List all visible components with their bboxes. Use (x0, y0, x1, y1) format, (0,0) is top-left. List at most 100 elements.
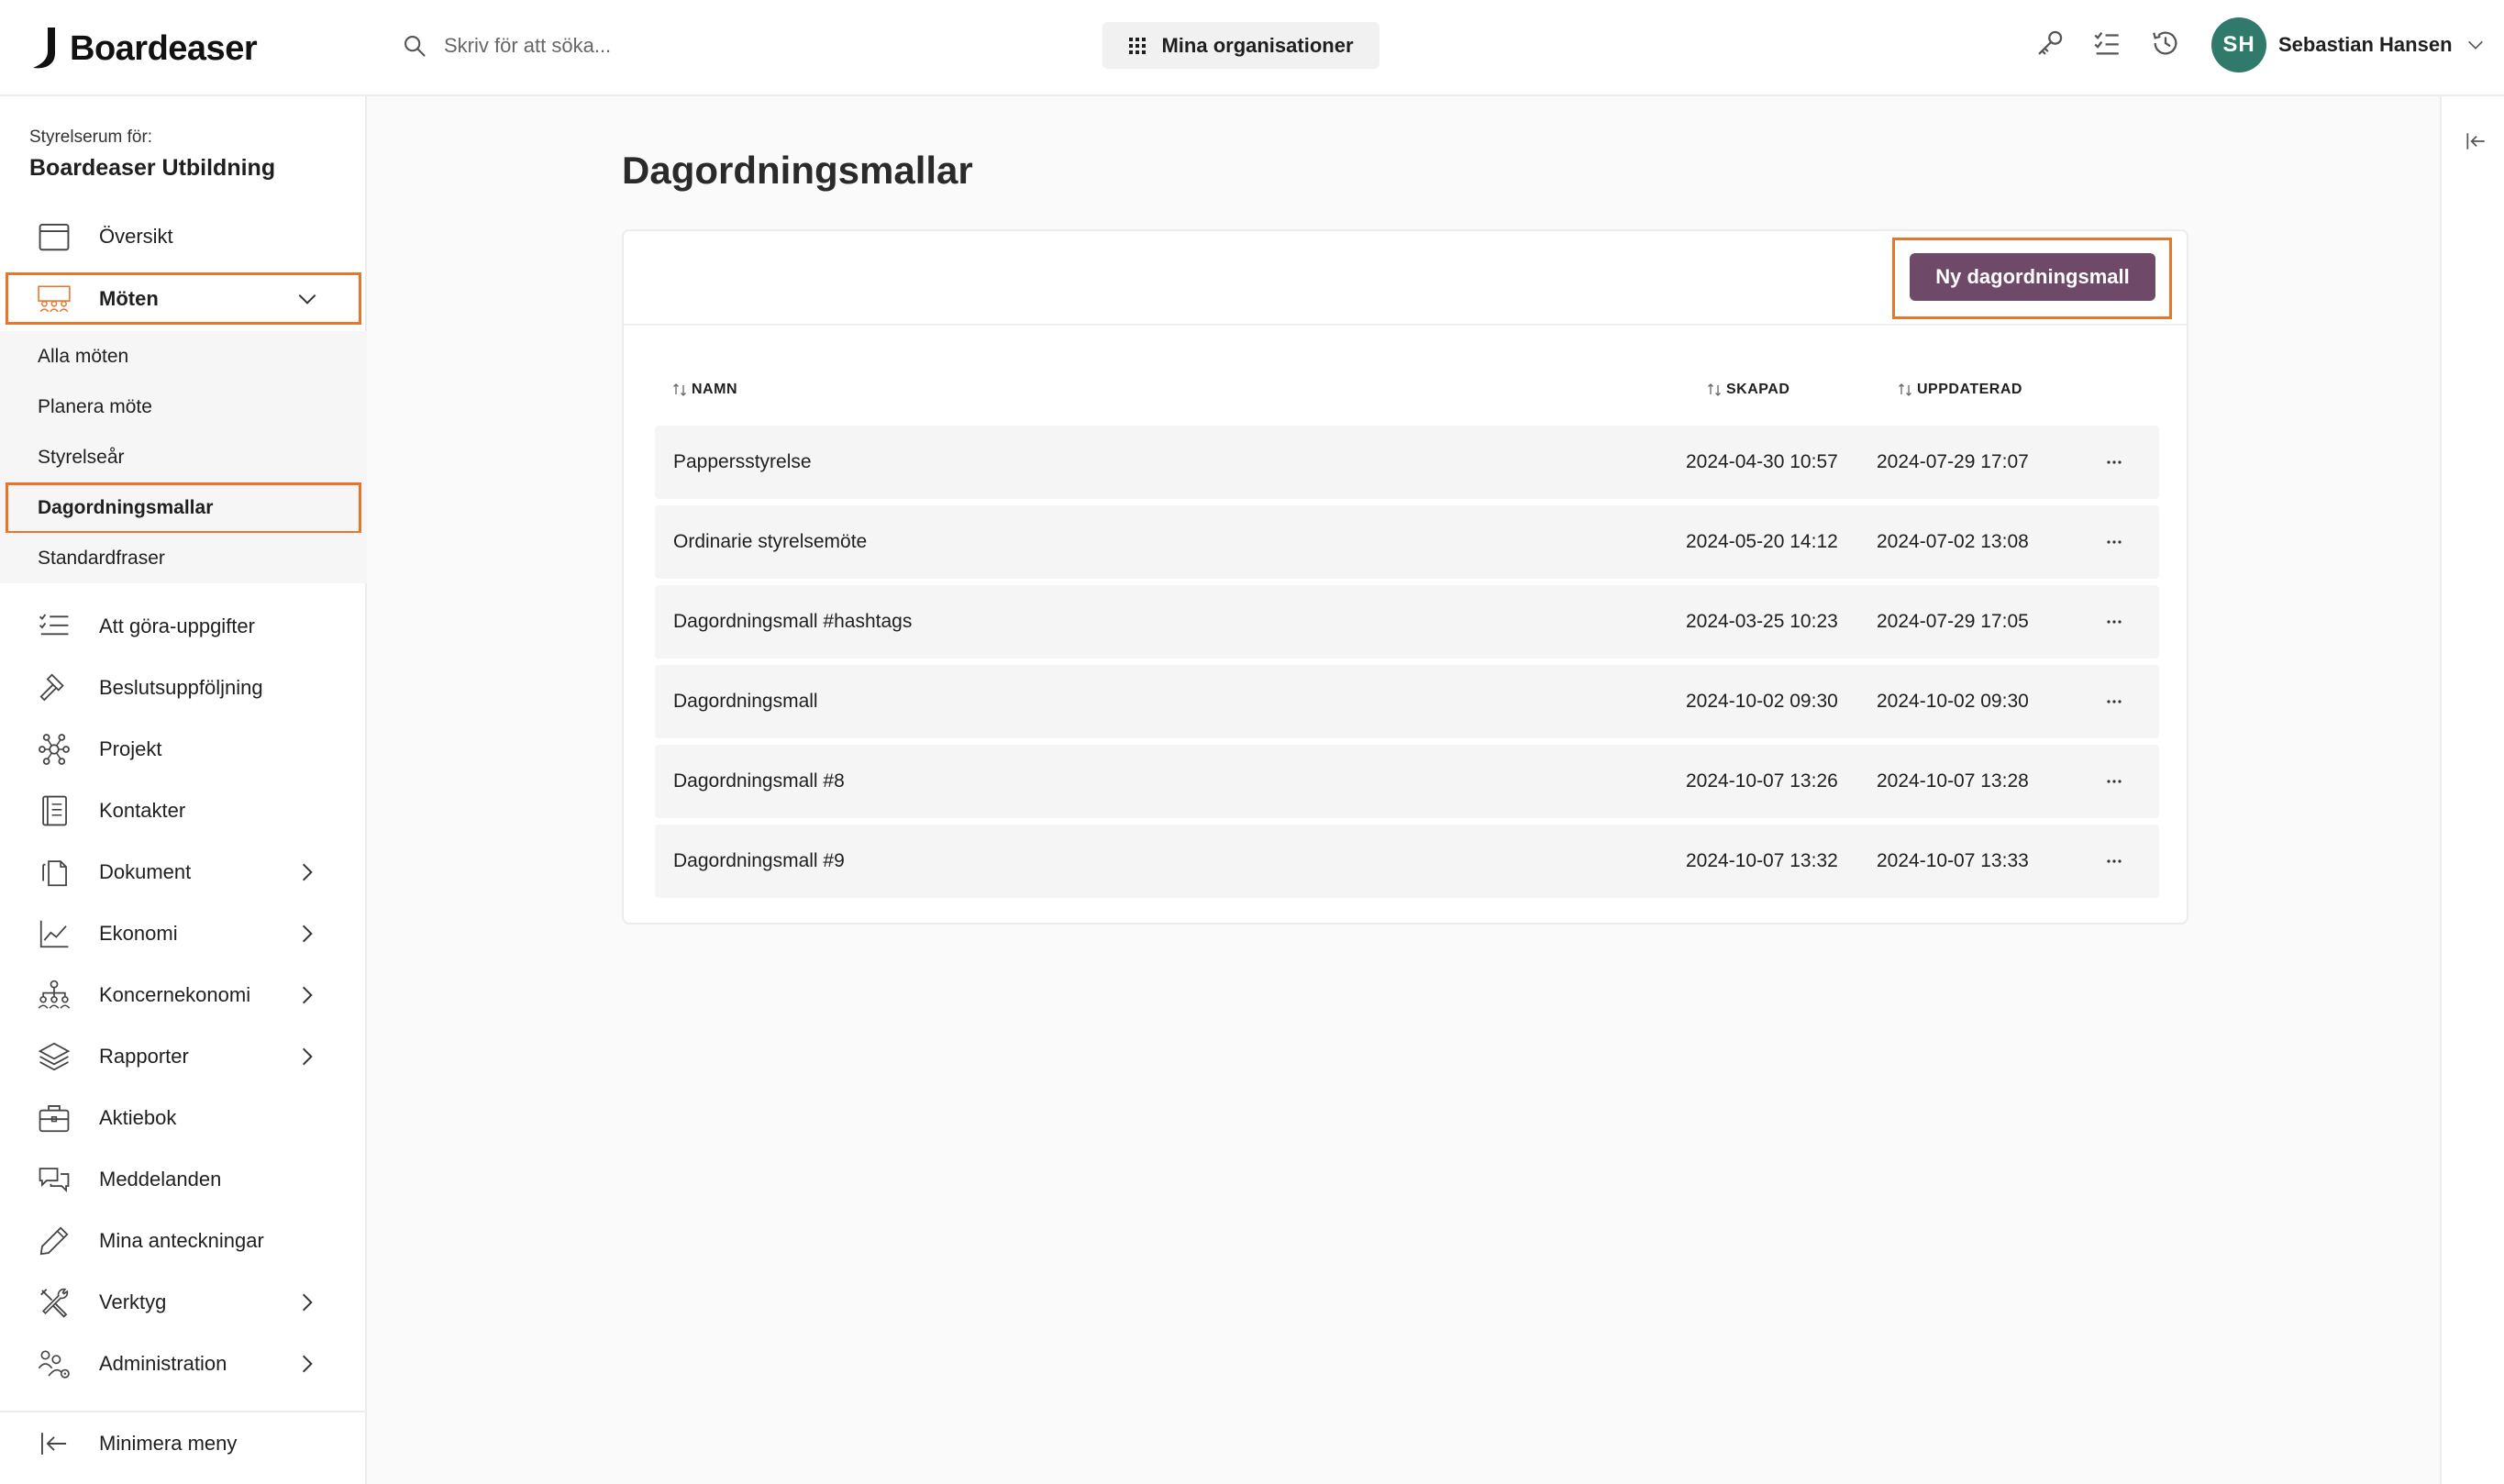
card-header: Ny dagordningsmall (624, 231, 2187, 326)
sort-icon (1899, 383, 1911, 396)
top-bar: Boardeaser Mina organisationer SH Sebast (0, 0, 2504, 96)
sidebar-item-ekonomi[interactable]: Ekonomi (0, 907, 367, 960)
sidebar-item-label: Mina anteckningar (99, 1229, 264, 1252)
column-header-created[interactable]: SKAPAD (1706, 382, 1789, 398)
sidebar-item-moten[interactable]: Möten (0, 272, 367, 326)
sidebar-item-rapporter[interactable]: Rapporter (0, 1030, 367, 1083)
templates-card: Ny dagordningsmall NAMN SKAPAD UPPDATERA… (622, 229, 2188, 925)
ellipsis-icon (2107, 460, 2122, 464)
column-header-label: NAMN (692, 382, 737, 397)
sidebar-item-label: Kontakter (99, 799, 186, 822)
ellipsis-icon (2107, 780, 2122, 783)
sidebar-item-dokument[interactable]: Dokument (0, 846, 367, 899)
sidebar-item-koncernekonomi[interactable]: Koncernekonomi (0, 969, 367, 1022)
more-options-button[interactable] (2100, 426, 2128, 499)
user-name[interactable]: Sebastian Hansen (2278, 33, 2453, 57)
chevron-right-icon (302, 925, 313, 943)
row-created: 2024-10-07 13:26 (1686, 770, 1838, 792)
sidebar-subitem-label: Alla möten (38, 345, 129, 367)
new-agenda-template-button[interactable]: Ny dagordningsmall (1910, 253, 2155, 301)
gavel-icon (39, 673, 64, 702)
table-row[interactable]: Dagordningsmall 2024-10-02 09:30 2024-10… (655, 665, 2159, 738)
sidebar-item-oversikt[interactable]: Översikt (0, 210, 367, 263)
sidebar-item-projekt[interactable]: Projekt (0, 723, 367, 776)
more-options-button[interactable] (2100, 505, 2128, 579)
sidebar-subitem-label: Dagordningsmallar (38, 496, 214, 518)
layers-icon (38, 1042, 71, 1071)
column-header-updated[interactable]: UPPDATERAD (1897, 382, 2022, 398)
column-header-label: UPPDATERAD (1917, 382, 2022, 397)
row-created: 2024-10-07 13:32 (1686, 850, 1838, 871)
minimize-menu-button[interactable]: Minimera meny (0, 1417, 367, 1470)
user-avatar[interactable]: SH (2211, 17, 2266, 72)
brand-logo[interactable]: Boardeaser (28, 17, 258, 81)
sidebar-item-label: Verktyg (99, 1290, 167, 1313)
column-header-name[interactable]: NAMN (671, 382, 737, 398)
chevron-down-icon (298, 293, 316, 305)
sidebar-item-att-gora[interactable]: Att göra-uppgifter (0, 600, 367, 653)
sidebar-subitem-dagordningsmallar[interactable]: Dagordningsmallar (0, 482, 367, 533)
org-chart-icon (38, 980, 71, 1009)
task-list-icon[interactable] (2091, 28, 2122, 59)
chevron-right-icon (302, 863, 313, 881)
meeting-icon (38, 285, 71, 313)
row-name: Dagordningsmall #8 (673, 770, 845, 792)
board-room-label: Styrelserum för: (29, 127, 153, 147)
sidebar-item-aktiebok[interactable]: Aktiebok (0, 1091, 367, 1145)
table-row[interactable]: Ordinarie styrelsemöte 2024-05-20 14:12 … (655, 505, 2159, 579)
row-name: Dagordningsmall #9 (673, 850, 845, 871)
ellipsis-icon (2107, 700, 2122, 703)
column-header-label: SKAPAD (1726, 382, 1790, 397)
row-created: 2024-10-02 09:30 (1686, 691, 1838, 712)
more-options-button[interactable] (2100, 825, 2128, 898)
documents-icon (42, 860, 67, 887)
brand-name: Boardeaser (70, 28, 258, 68)
sidebar-subitem-planera-mote[interactable]: Planera möte (0, 382, 367, 432)
sidebar-item-verktyg[interactable]: Verktyg (0, 1276, 367, 1329)
sidebar-item-label: Administration (99, 1352, 227, 1375)
table-row[interactable]: Dagordningsmall #hashtags 2024-03-25 10:… (655, 585, 2159, 659)
more-options-button[interactable] (2100, 585, 2128, 659)
sidebar-item-label: Rapporter (99, 1045, 189, 1068)
briefcase-icon (39, 1105, 70, 1133)
table-row[interactable]: Dagordningsmall #9 2024-10-07 13:32 2024… (655, 825, 2159, 898)
chevron-right-icon (302, 986, 313, 1004)
history-icon[interactable] (2150, 28, 2181, 59)
row-name: Dagordningsmall #hashtags (673, 611, 913, 632)
sidebar-item-beslutsuppfoljning[interactable]: Beslutsuppföljning (0, 661, 367, 714)
sidebar-subitem-standardfraser[interactable]: Standardfraser (0, 533, 367, 583)
row-created: 2024-04-30 10:57 (1686, 451, 1838, 472)
sidebar-item-label: Ekonomi (99, 922, 178, 945)
tools-icon (40, 1288, 69, 1318)
row-name: Pappersstyrelse (673, 451, 812, 472)
search-input[interactable] (444, 34, 903, 58)
more-options-button[interactable] (2100, 745, 2128, 818)
board-room-name: Boardeaser Utbildning (29, 155, 276, 181)
sidebar: Styrelserum för: Boardeaser Utbildning Ö… (0, 96, 367, 1484)
sidebar-item-mina-anteckningar[interactable]: Mina anteckningar (0, 1214, 367, 1268)
sidebar-subitem-styrelsear[interactable]: Styrelseår (0, 432, 367, 482)
table-row[interactable]: Pappersstyrelse 2024-04-30 10:57 2024-07… (655, 426, 2159, 499)
sidebar-item-label: Översikt (99, 225, 173, 248)
row-name: Dagordningsmall (673, 691, 818, 712)
sidebar-item-administration[interactable]: Administration (0, 1337, 367, 1390)
more-options-button[interactable] (2100, 665, 2128, 738)
checklist-icon (39, 614, 69, 636)
page-title: Dagordningsmallar (622, 149, 973, 192)
sidebar-subitem-label: Styrelseår (38, 446, 125, 468)
table-row[interactable]: Dagordningsmall #8 2024-10-07 13:26 2024… (655, 745, 2159, 818)
row-updated: 2024-07-29 17:05 (1877, 611, 2029, 632)
collapse-panel-icon[interactable] (2464, 129, 2487, 153)
row-updated: 2024-10-07 13:28 (1877, 770, 2029, 792)
sidebar-item-label: Projekt (99, 737, 162, 760)
sidebar-divider (0, 1411, 367, 1412)
sidebar-subitem-alla-moten[interactable]: Alla möten (0, 331, 367, 382)
sidebar-item-kontakter[interactable]: Kontakter (0, 784, 367, 837)
sidebar-item-label: Möten (99, 287, 159, 310)
key-icon[interactable] (2034, 28, 2066, 59)
row-updated: 2024-10-02 09:30 (1877, 691, 2029, 712)
sidebar-item-meddelanden[interactable]: Meddelanden (0, 1153, 367, 1206)
chevron-down-icon[interactable] (2465, 35, 2486, 55)
my-organisations-button[interactable]: Mina organisationer (1102, 22, 1379, 69)
row-name: Ordinarie styrelsemöte (673, 531, 868, 552)
